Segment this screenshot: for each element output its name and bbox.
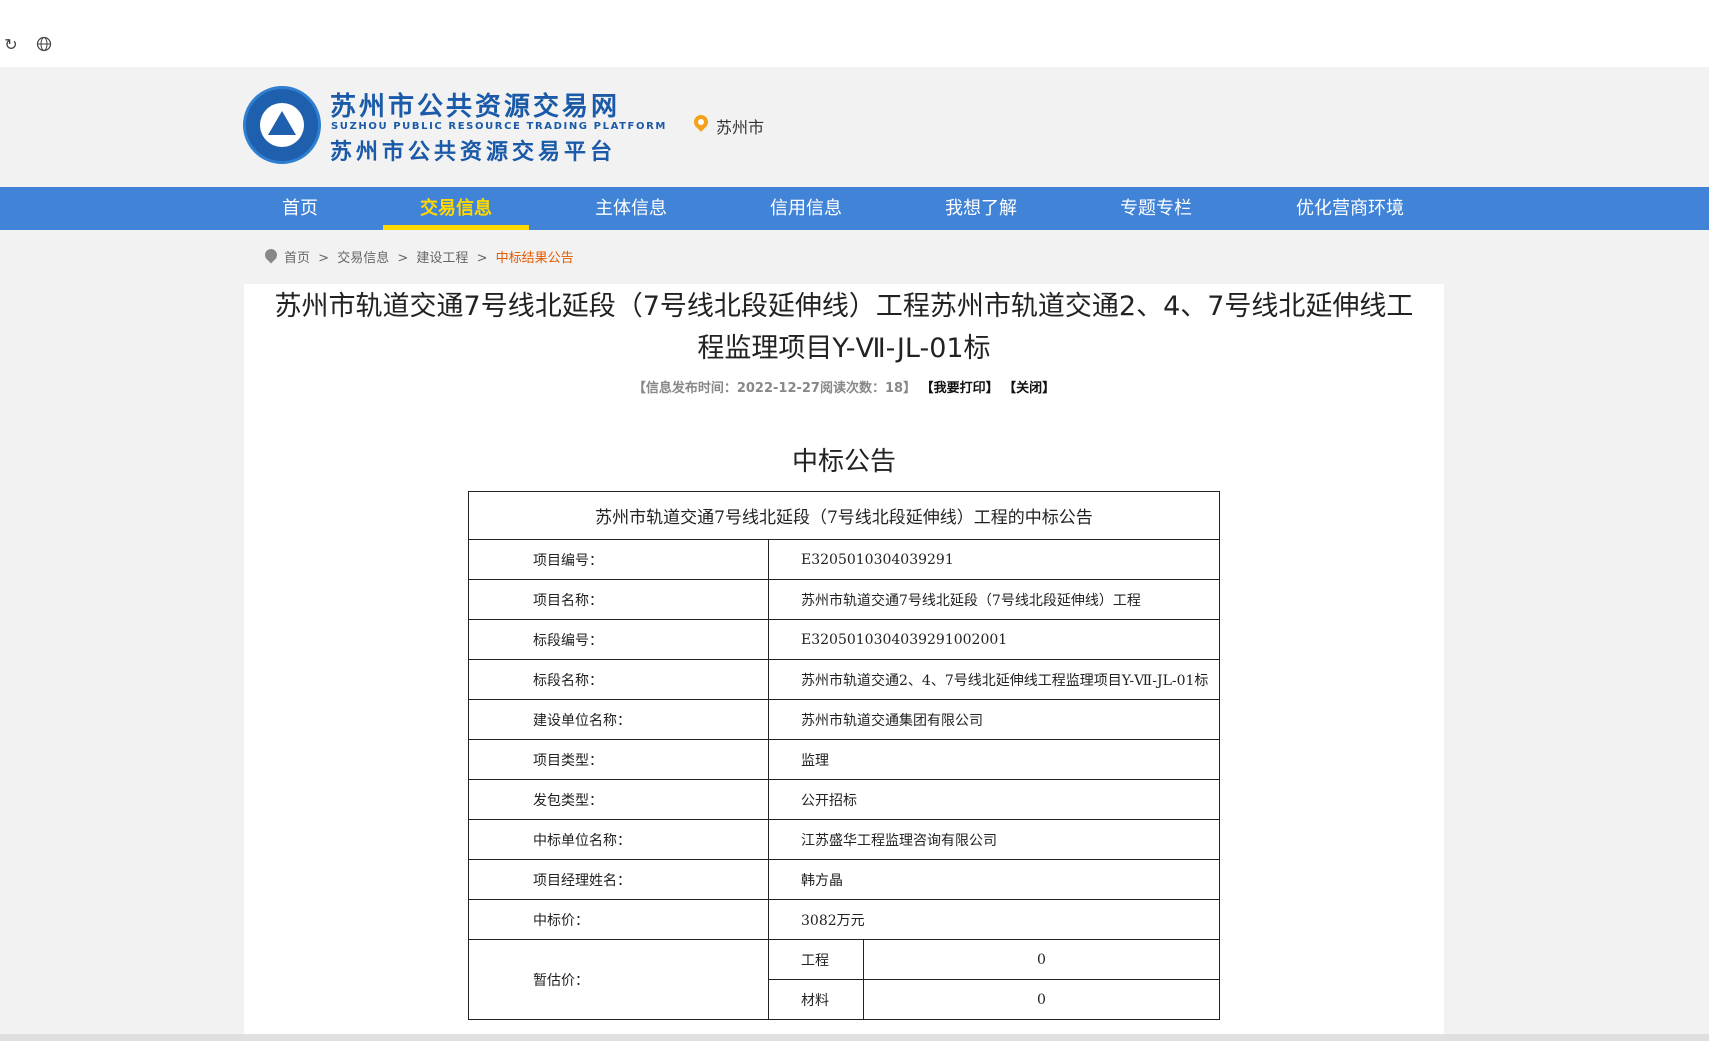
row-key: 发包类型： [468,779,769,820]
breadcrumb-construction[interactable]: 建设工程 [416,251,468,266]
table-row: 中标单位名称： 江苏盛华工程监理咨询有限公司 [468,819,1220,860]
table-row: 中标价： 3082万元 [468,899,1220,940]
print-link[interactable]: 【我要打印】 [921,381,999,396]
provisional-label: 工程 [768,939,864,980]
title-line-1: 苏州市轨道交通7号线北延段（7号线北段延伸线）工程苏州市轨道交通2、4、7号线北… [274,291,1414,322]
breadcrumb-separator: > [397,251,409,266]
row-value: 苏州市轨道交通7号线北延段（7号线北段延伸线）工程 [768,579,1220,620]
table-row: 标段名称： 苏州市轨道交通2、4、7号线北延伸线工程监理项目Y-Ⅶ-JL-01标 [468,659,1220,700]
nav-item-special-topics[interactable]: 专题专栏 [1095,187,1217,230]
row-key: 项目类型： [468,739,769,780]
row-key: 标段编号： [468,619,769,660]
notice-heading: 中标公告 [791,447,896,477]
nav-active-indicator [383,225,529,230]
bottom-edge [0,1034,1709,1041]
row-value: 公开招标 [768,779,1220,820]
row-value: E3205010304039291 [768,539,1220,580]
title-line-2: 程监理项目Y-Ⅶ-JL-01标 [697,333,991,364]
site-logo-icon[interactable] [243,86,321,164]
row-key: 建设单位名称： [468,699,769,740]
table-caption: 苏州市轨道交通7号线北延段（7号线北段延伸线）工程的中标公告 [468,491,1220,540]
row-value: 韩方晶 [768,859,1220,900]
row-value: 苏州市轨道交通集团有限公司 [768,699,1220,740]
site-subtitle: 苏州市公共资源交易平台 [330,140,617,165]
nav-item-home[interactable]: 首页 [260,187,340,230]
table-row: 发包类型： 公开招标 [468,779,1220,820]
row-key: 中标价： [468,899,769,940]
row-value: 江苏盛华工程监理咨询有限公司 [768,819,1220,860]
breadcrumb-separator: > [476,251,488,266]
nav-item-credit-info[interactable]: 信用信息 [745,187,867,230]
breadcrumb-pin-icon [262,246,280,264]
breadcrumb-home[interactable]: 首页 [284,251,310,266]
row-key: 中标单位名称： [468,819,769,860]
provisional-value: 0 [863,979,1220,1020]
table-row: 项目名称： 苏州市轨道交通7号线北延段（7号线北段延伸线）工程 [468,579,1220,620]
breadcrumb-current[interactable]: 中标结果公告 [496,251,574,266]
award-table: 苏州市轨道交通7号线北延段（7号线北段延伸线）工程的中标公告 项目编号： E32… [468,491,1220,1020]
nav-item-learn-more[interactable]: 我想了解 [920,187,1042,230]
nav-item-business-environment[interactable]: 优化营商环境 [1270,187,1430,230]
location-selector[interactable]: 苏州市 [716,114,764,138]
table-row: 项目编号： E3205010304039291 [468,539,1220,580]
row-value: 3082万元 [768,899,1220,940]
close-link[interactable]: 【关闭】 [1003,381,1055,396]
breadcrumb-separator: > [318,251,330,266]
breadcrumb-trading-info[interactable]: 交易信息 [337,251,389,266]
row-key: 标段名称： [468,659,769,700]
main-nav: 首页 交易信息 主体信息 信用信息 我想了解 专题专栏 优化营商环境 [0,187,1709,230]
browser-toolbar: ↻ [0,0,1709,67]
row-key: 项目名称： [468,579,769,620]
site-title-en: SUZHOU PUBLIC RESOURCE TRADING PLATFORM [331,121,667,132]
row-value: 监理 [768,739,1220,780]
publish-info: 【信息发布时间：2022-12-27阅读次数：18】 [632,381,917,396]
refresh-icon[interactable]: ↻ [2,36,20,54]
row-key: 暂估价： [468,939,769,1020]
site-title: 苏州市公共资源交易网 [330,92,621,122]
row-value: E3205010304039291002001 [768,619,1220,660]
provisional-value: 0 [863,939,1220,980]
nav-item-trading-info[interactable]: 交易信息 [383,187,529,230]
row-key: 项目经理姓名： [468,859,769,900]
breadcrumb: 首页 > 交易信息 > 建设工程 > 中标结果公告 [284,247,578,266]
row-key: 项目编号： [468,539,769,580]
table-row: 项目经理姓名： 韩方晶 [468,859,1220,900]
provisional-label: 材料 [768,979,864,1020]
nav-item-entity-info[interactable]: 主体信息 [570,187,692,230]
article-meta: 【信息发布时间：2022-12-27阅读次数：18】 【我要打印】 【关闭】 [244,377,1444,396]
table-row: 建设单位名称： 苏州市轨道交通集团有限公司 [468,699,1220,740]
table-row: 标段编号： E3205010304039291002001 [468,619,1220,660]
table-row: 项目类型： 监理 [468,739,1220,780]
row-value: 苏州市轨道交通2、4、7号线北延伸线工程监理项目Y-Ⅶ-JL-01标 [768,659,1220,700]
globe-icon[interactable] [35,36,53,54]
table-row: 暂估价： 工程 0 [468,939,1220,1020]
page-title: 苏州市轨道交通7号线北延段（7号线北段延伸线）工程苏州市轨道交通2、4、7号线北… [244,286,1444,370]
